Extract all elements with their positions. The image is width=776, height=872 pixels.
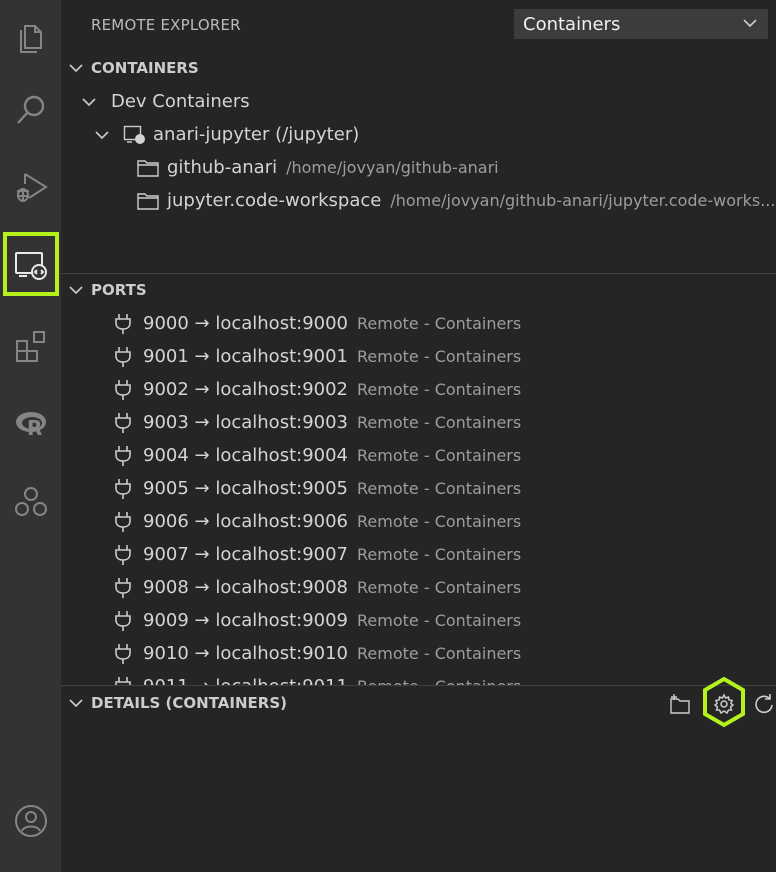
chevron-down-icon (743, 19, 757, 28)
folder-path: /home/jovyan/github-anari (286, 158, 499, 177)
port-mapping: 9007 → localhost:9007 (143, 544, 349, 565)
port-mapping: 9001 → localhost:9001 (143, 346, 349, 367)
remote-explorer-sidebar: REMOTE EXPLORER Containers CONTAINERS De… (61, 0, 776, 872)
plug-icon (115, 445, 131, 466)
settings-gear-icon (713, 693, 735, 715)
explorer-icon[interactable] (0, 0, 61, 72)
refresh-button[interactable] (751, 691, 776, 717)
remote-explorer-icon[interactable] (3, 232, 59, 296)
plug-icon (115, 478, 131, 499)
r-language-icon[interactable]: R (0, 388, 61, 460)
folder-icon (137, 192, 159, 210)
port-mapping: 9004 → localhost:9004 (143, 445, 349, 466)
plug-icon (115, 643, 131, 664)
chevron-down-icon (69, 699, 83, 708)
port-item[interactable]: 9006 → localhost:9006 Remote - Container… (61, 505, 776, 538)
port-item[interactable]: 9003 → localhost:9003 Remote - Container… (61, 406, 776, 439)
port-item[interactable]: 9002 → localhost:9002 Remote - Container… (61, 373, 776, 406)
chevron-down-icon (69, 286, 83, 295)
chevron-down-icon (95, 130, 109, 139)
section-label: CONTAINERS (91, 59, 199, 77)
port-item[interactable]: 9000 → localhost:9000 Remote - Container… (61, 307, 776, 340)
port-mapping: 9010 → localhost:9010 (143, 643, 349, 664)
dropdown-value: Containers (523, 13, 621, 35)
plug-icon (115, 346, 131, 367)
new-folder-button[interactable] (667, 691, 693, 717)
remote-type-dropdown[interactable]: Containers (514, 9, 768, 39)
section-divider (61, 685, 776, 686)
settings-button[interactable] (711, 691, 737, 717)
folder-path: /home/jovyan/github-anari/jupyter.code-w… (390, 191, 776, 210)
plug-icon (115, 412, 131, 433)
search-icon[interactable] (0, 74, 61, 146)
port-source: Remote - Containers (357, 512, 522, 531)
port-source: Remote - Containers (357, 413, 522, 432)
refresh-icon (755, 694, 773, 714)
port-item[interactable]: 9004 → localhost:9004 Remote - Container… (61, 439, 776, 472)
chevron-down-icon (69, 64, 83, 73)
folder-item[interactable]: github-anari /home/jovyan/github-anari (61, 151, 776, 184)
port-source: Remote - Containers (357, 611, 522, 630)
port-mapping: 9009 → localhost:9009 (143, 610, 349, 631)
containers-section-header[interactable]: CONTAINERS (61, 52, 776, 84)
section-label: PORTS (91, 281, 147, 299)
port-item[interactable]: 9010 → localhost:9010 Remote - Container… (61, 637, 776, 670)
accounts-icon[interactable] (0, 785, 61, 857)
section-label: DETAILS (CONTAINERS) (91, 694, 287, 712)
new-folder-icon (670, 694, 690, 714)
container-item[interactable]: anari-jupyter (/jupyter) (61, 118, 776, 151)
port-mapping: 9005 → localhost:9005 (143, 478, 349, 499)
extensions-icon[interactable] (0, 310, 61, 382)
folder-name: jupyter.code-workspace (167, 190, 382, 211)
plug-icon (115, 313, 131, 334)
plug-icon (115, 544, 131, 565)
port-source: Remote - Containers (357, 380, 522, 399)
port-source: Remote - Containers (357, 479, 522, 498)
plug-icon (115, 511, 131, 532)
port-mapping: 9011 → localhost:9011 (143, 676, 348, 685)
live-share-icon[interactable] (0, 466, 61, 538)
view-title: REMOTE EXPLORER (91, 16, 241, 34)
port-item[interactable]: 9009 → localhost:9009 Remote - Container… (61, 604, 776, 637)
folder-name: github-anari (167, 157, 278, 178)
chevron-down-icon (82, 97, 96, 106)
ports-section-header[interactable]: PORTS (61, 274, 776, 306)
run-debug-icon[interactable] (0, 151, 61, 223)
port-item[interactable]: 9005 → localhost:9005 Remote - Container… (61, 472, 776, 505)
port-source: Remote - Containers (357, 578, 522, 597)
folder-icon (137, 159, 159, 177)
port-source: Remote - Containers (357, 677, 521, 685)
container-icon (123, 125, 145, 144)
port-mapping: 9003 → localhost:9003 (143, 412, 349, 433)
group-label: Dev Containers (111, 91, 250, 112)
port-item[interactable]: 9008 → localhost:9008 Remote - Container… (61, 571, 776, 604)
ports-list: 9000 → localhost:9000 Remote - Container… (61, 307, 776, 685)
plug-icon (115, 610, 131, 631)
plug-icon (115, 676, 131, 685)
port-mapping: 9002 → localhost:9002 (143, 379, 349, 400)
port-source: Remote - Containers (357, 314, 522, 333)
port-item[interactable]: 9001 → localhost:9001 Remote - Container… (61, 340, 776, 373)
container-name: anari-jupyter (/jupyter) (153, 124, 360, 145)
folder-item[interactable]: jupyter.code-workspace /home/jovyan/gith… (61, 184, 776, 217)
plug-icon (115, 379, 131, 400)
port-mapping: 9008 → localhost:9008 (143, 577, 349, 598)
svg-text:R: R (27, 416, 42, 440)
activity-bar: R (0, 0, 61, 872)
port-source: Remote - Containers (357, 545, 522, 564)
port-source: Remote - Containers (357, 446, 522, 465)
plug-icon (115, 577, 131, 598)
port-mapping: 9000 → localhost:9000 (143, 313, 349, 334)
port-source: Remote - Containers (357, 347, 522, 366)
port-mapping: 9006 → localhost:9006 (143, 511, 349, 532)
port-source: Remote - Containers (357, 644, 522, 663)
view-header: REMOTE EXPLORER Containers (61, 0, 776, 48)
port-item[interactable]: 9007 → localhost:9007 Remote - Container… (61, 538, 776, 571)
dev-containers-group[interactable]: Dev Containers (61, 85, 776, 118)
port-item[interactable]: 9011 → localhost:9011 Remote - Container… (61, 670, 776, 685)
